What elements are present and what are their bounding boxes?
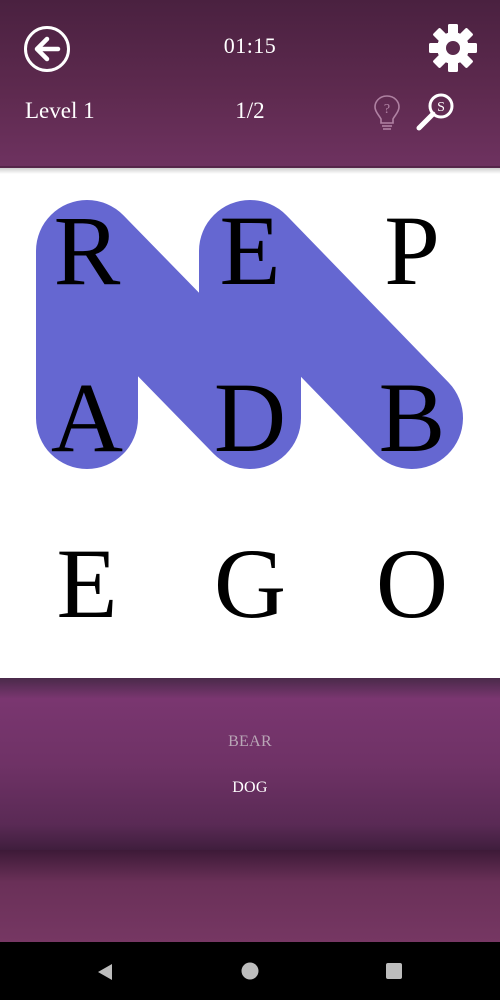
letter-cell[interactable]: R xyxy=(27,191,147,311)
letter-grid[interactable]: REPADBEGO xyxy=(0,168,500,678)
timer: 01:15 xyxy=(223,33,277,58)
letter-cell[interactable]: E xyxy=(190,191,310,311)
square-recents-icon[interactable] xyxy=(385,962,403,980)
word-bear: BEAR xyxy=(228,733,272,750)
circle-home-icon[interactable] xyxy=(240,961,260,981)
header-shadow xyxy=(0,166,500,174)
letter-cell[interactable]: E xyxy=(27,524,147,644)
letter-cell[interactable]: D xyxy=(190,358,310,478)
hint-icon-letter: ? xyxy=(384,102,390,117)
letter-cell[interactable]: O xyxy=(352,524,472,644)
triangle-back-icon[interactable] xyxy=(95,962,115,982)
word-list: BEAR DOG xyxy=(0,678,500,850)
word-dog: DOG xyxy=(232,779,268,796)
top-bar: 01:15 Level 1 1/2 ? S xyxy=(0,0,500,168)
letter-cell[interactable]: B xyxy=(352,358,472,478)
search-icon-letter: S xyxy=(437,100,445,115)
letter-cell[interactable]: P xyxy=(352,191,472,311)
magnifier-s-icon[interactable]: S xyxy=(414,92,456,132)
gear-icon[interactable] xyxy=(428,23,478,73)
bottom-banner xyxy=(0,850,500,942)
letter-cell[interactable]: G xyxy=(190,524,310,644)
letter-cell[interactable]: A xyxy=(27,358,147,478)
lightbulb-question-icon[interactable]: ? xyxy=(372,94,402,132)
